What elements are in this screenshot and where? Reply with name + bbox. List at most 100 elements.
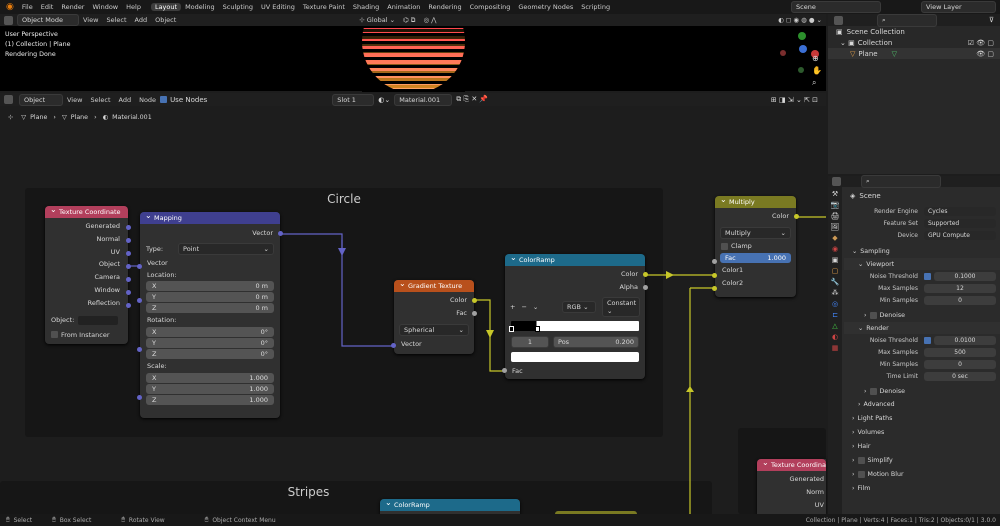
- socket-color-out[interactable]: [794, 214, 799, 219]
- r-denoise-checkbox[interactable]: [869, 387, 877, 395]
- socket-color[interactable]: [643, 272, 648, 277]
- visibility-icons[interactable]: ☑ 👁 ▢: [968, 39, 994, 47]
- output-window[interactable]: Window: [45, 284, 120, 297]
- device-dropdown[interactable]: GPU Compute: [924, 230, 996, 240]
- outliner-editor-icon[interactable]: [834, 15, 843, 25]
- panel-vp-denoise[interactable]: › Denoise: [844, 309, 1000, 321]
- rotation-z[interactable]: Z 0°: [146, 349, 274, 359]
- color-ramp-gradient[interactable]: [509, 321, 639, 332]
- socket-vector-in[interactable]: [391, 343, 396, 348]
- scale-z[interactable]: Z 1.000: [146, 395, 274, 405]
- socket-scale[interactable]: [137, 395, 142, 400]
- feature-set-dropdown[interactable]: Supported: [924, 218, 996, 228]
- vp-min-field[interactable]: 0: [924, 295, 996, 305]
- chevron-down-icon[interactable]: ⌄: [533, 303, 538, 311]
- scale-y[interactable]: Y 1.000: [146, 384, 274, 394]
- outliner-item-plane[interactable]: ▽ Plane ▽ 👁 ▢: [828, 48, 1000, 59]
- object-tab-icon[interactable]: ▢: [832, 267, 839, 275]
- output-uv[interactable]: UV: [45, 246, 120, 259]
- stop-index-field[interactable]: 1: [511, 336, 549, 348]
- panel-motion-blur[interactable]: › Motion Blur: [844, 468, 1000, 480]
- socket-normal[interactable]: [126, 238, 131, 243]
- input-color1[interactable]: Color1: [715, 264, 796, 277]
- render-tab-icon[interactable]: 📷: [830, 201, 840, 209]
- properties-editor-icon[interactable]: [832, 177, 841, 186]
- panel-simplify[interactable]: › Simplify: [844, 454, 1000, 466]
- mapping-type-dropdown[interactable]: Point ⌄: [178, 243, 274, 255]
- motion-blur-checkbox[interactable]: [857, 470, 865, 478]
- panel-light-paths[interactable]: › Light Paths: [844, 412, 1000, 424]
- particles-tab-icon[interactable]: ⁂: [832, 289, 839, 297]
- filter-icon[interactable]: ⊽: [989, 16, 994, 24]
- r-noise-checkbox[interactable]: [924, 336, 931, 344]
- node-texture-coordinate[interactable]: Texture Coordinate Generated Normal UV O…: [45, 205, 131, 344]
- outliner-item-collection[interactable]: ⌄ ▣ Collection ☑ 👁 ▢: [828, 37, 1000, 48]
- output-object[interactable]: Object: [45, 258, 120, 271]
- node-colorramp-2[interactable]: ColorRamp: [380, 498, 520, 514]
- node-mapping[interactable]: Mapping Vector Type:Point⌄ Vector Locati…: [137, 211, 283, 418]
- physics-tab-icon[interactable]: ◎: [832, 300, 838, 308]
- ramp-stop-2[interactable]: [535, 326, 540, 332]
- collection-tab-icon[interactable]: ▣: [832, 256, 839, 264]
- vp-noise-field[interactable]: 0.1000: [934, 271, 996, 281]
- color-mode-dropdown[interactable]: RGB ⌄: [562, 301, 596, 313]
- output-generated[interactable]: Generated: [45, 220, 120, 233]
- socket-rotation[interactable]: [137, 347, 142, 352]
- output-generated[interactable]: Generated: [757, 473, 824, 486]
- output-color[interactable]: Color: [715, 210, 796, 223]
- panel-r-denoise[interactable]: › Denoise: [844, 385, 1000, 397]
- input-fac[interactable]: Fac: [505, 365, 645, 378]
- modifier-tab-icon[interactable]: 🔧: [831, 278, 840, 286]
- rotation-x[interactable]: X 0°: [146, 327, 274, 337]
- input-color2[interactable]: Color2: [715, 277, 796, 290]
- panel-film[interactable]: › Film: [844, 482, 1000, 494]
- node-colorramp[interactable]: ColorRamp Color Alpha + − ⌄ RGB ⌄ Consta…: [502, 253, 648, 379]
- panel-render[interactable]: ⌄ Render: [844, 322, 1000, 334]
- visibility-icons-2[interactable]: 👁 ▢: [976, 50, 994, 58]
- clamp-checkbox[interactable]: Clamp: [715, 242, 796, 250]
- r-max-field[interactable]: 500: [924, 347, 996, 357]
- socket-fac[interactable]: [472, 311, 477, 316]
- socket-color1[interactable]: [712, 273, 717, 278]
- output-tab-icon[interactable]: 🖨: [831, 212, 840, 220]
- output-uv[interactable]: UV: [757, 499, 824, 512]
- output-normal[interactable]: Normal: [45, 233, 120, 246]
- blend-mode-dropdown[interactable]: Multiply ⌄: [720, 227, 791, 239]
- panel-advanced[interactable]: › Advanced: [844, 398, 1000, 410]
- view-layer-selector[interactable]: View Layer: [921, 1, 996, 13]
- simplify-checkbox[interactable]: [857, 456, 865, 464]
- output-reflection[interactable]: Reflection: [45, 297, 120, 310]
- output-normal[interactable]: Norm: [757, 486, 824, 499]
- socket-reflection[interactable]: [126, 303, 131, 308]
- node-multiply[interactable]: Multiply Color Multiply⌄ Clamp Fac1.000 …: [712, 195, 799, 297]
- scale-x[interactable]: X 1.000: [146, 373, 274, 383]
- input-vector[interactable]: Vector: [394, 338, 474, 351]
- input-vector[interactable]: Vector: [140, 257, 280, 270]
- socket-window[interactable]: [126, 290, 131, 295]
- socket-uv[interactable]: [126, 251, 131, 256]
- outliner-item-scene-collection[interactable]: ▣ Scene Collection: [828, 26, 1000, 37]
- add-stop-button[interactable]: +: [510, 303, 515, 311]
- location-z[interactable]: Z0 m: [146, 303, 274, 313]
- location-y[interactable]: Y0 m: [146, 292, 274, 302]
- socket-vector-in[interactable]: [137, 264, 142, 269]
- data-tab-icon[interactable]: △: [832, 322, 837, 330]
- stop-position-field[interactable]: Pos 0.200: [553, 336, 639, 348]
- output-camera[interactable]: Camera: [45, 271, 120, 284]
- vp-denoise-checkbox[interactable]: [869, 311, 877, 319]
- r-min-field[interactable]: 0: [924, 359, 996, 369]
- socket-fac-in[interactable]: [502, 368, 507, 373]
- socket-object[interactable]: [126, 264, 131, 269]
- remove-stop-button[interactable]: −: [521, 303, 526, 311]
- panel-viewport[interactable]: ⌄ Viewport: [844, 258, 1000, 270]
- output-color[interactable]: Color: [394, 294, 467, 307]
- rotation-y[interactable]: Y 0°: [146, 338, 274, 348]
- output-fac[interactable]: Fac: [394, 307, 467, 320]
- socket-color[interactable]: [472, 298, 477, 303]
- socket-location[interactable]: [137, 298, 142, 303]
- constraints-tab-icon[interactable]: ⊏: [832, 311, 838, 319]
- output-color[interactable]: Color: [505, 268, 638, 281]
- view-layer-tab-icon[interactable]: 🖼: [831, 223, 840, 231]
- socket-vector-out[interactable]: [278, 231, 283, 236]
- node-gradient-texture[interactable]: Gradient Texture Color Fac Spherical⌄ Ve…: [391, 279, 477, 354]
